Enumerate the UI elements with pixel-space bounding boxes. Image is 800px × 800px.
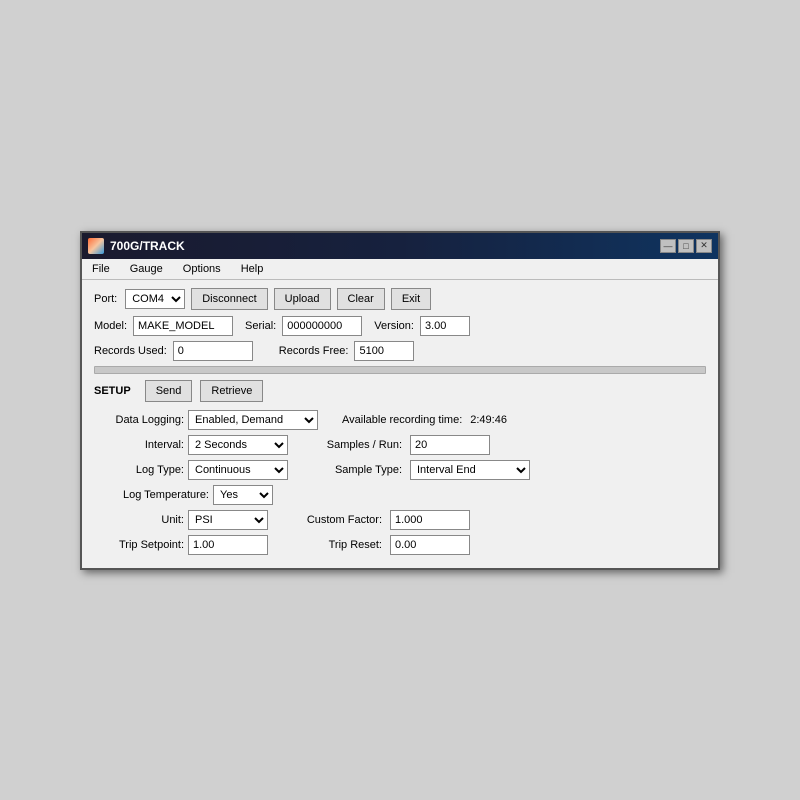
version-label: Version: <box>374 320 414 332</box>
log-type-row: Log Type: Continuous Single Sample Type:… <box>94 460 706 480</box>
upload-button[interactable]: Upload <box>274 288 331 310</box>
data-logging-select[interactable]: Enabled, Demand Enabled, Continuous Disa… <box>188 410 318 430</box>
samples-run-input[interactable] <box>410 435 490 455</box>
trip-reset-input[interactable] <box>390 535 470 555</box>
disconnect-button[interactable]: Disconnect <box>191 288 267 310</box>
log-temp-row: Log Temperature: Yes No <box>94 485 706 505</box>
data-logging-label: Data Logging: <box>94 414 184 426</box>
title-bar-left: 700G/TRACK <box>88 238 185 254</box>
menu-options[interactable]: Options <box>177 261 227 277</box>
data-logging-row: Data Logging: Enabled, Demand Enabled, C… <box>94 410 706 430</box>
title-bar: 700G/TRACK — □ ✕ <box>82 233 718 259</box>
menu-bar: File Gauge Options Help <box>82 259 718 280</box>
progress-bar <box>94 366 706 374</box>
setup-label: SETUP <box>94 385 131 397</box>
custom-factor-input[interactable] <box>390 510 470 530</box>
model-label: Model: <box>94 320 127 332</box>
minimize-button[interactable]: — <box>660 239 676 253</box>
serial-input[interactable] <box>282 316 362 336</box>
maximize-button[interactable]: □ <box>678 239 694 253</box>
records-row: Records Used: Records Free: <box>94 341 706 361</box>
trip-setpoint-input[interactable] <box>188 535 268 555</box>
log-temp-select[interactable]: Yes No <box>213 485 273 505</box>
unit-row: Unit: PSI Bar kPa Custom Factor: <box>94 510 706 530</box>
menu-file[interactable]: File <box>86 261 116 277</box>
log-type-label: Log Type: <box>94 464 184 476</box>
trip-setpoint-label: Trip Setpoint: <box>94 539 184 551</box>
log-type-select[interactable]: Continuous Single <box>188 460 288 480</box>
port-select[interactable]: COM4 <box>125 289 185 309</box>
exit-button[interactable]: Exit <box>391 288 431 310</box>
retrieve-button[interactable]: Retrieve <box>200 380 263 402</box>
close-button[interactable]: ✕ <box>696 239 712 253</box>
samples-run-label: Samples / Run: <box>312 439 402 451</box>
window-title: 700G/TRACK <box>110 239 185 253</box>
available-time-value: 2:49:46 <box>470 414 507 426</box>
app-icon <box>88 238 104 254</box>
menu-help[interactable]: Help <box>235 261 270 277</box>
setup-header-row: SETUP Send Retrieve <box>94 380 706 402</box>
sample-type-select[interactable]: Interval End Interval Start Average <box>410 460 530 480</box>
toolbar-row: Port: COM4 Disconnect Upload Clear Exit <box>94 288 706 310</box>
main-window: 700G/TRACK — □ ✕ File Gauge Options Help… <box>80 231 720 570</box>
version-input[interactable] <box>420 316 470 336</box>
trip-setpoint-row: Trip Setpoint: Trip Reset: <box>94 535 706 555</box>
interval-label: Interval: <box>94 439 184 451</box>
menu-gauge[interactable]: Gauge <box>124 261 169 277</box>
available-time-label: Available recording time: <box>342 414 462 426</box>
setup-form: Data Logging: Enabled, Demand Enabled, C… <box>94 410 706 555</box>
sample-type-label: Sample Type: <box>312 464 402 476</box>
interval-row: Interval: 1 Second 2 Seconds 5 Seconds 1… <box>94 435 706 455</box>
records-used-label: Records Used: <box>94 345 167 357</box>
clear-button[interactable]: Clear <box>337 288 385 310</box>
interval-select[interactable]: 1 Second 2 Seconds 5 Seconds 10 Seconds … <box>188 435 288 455</box>
records-free-label: Records Free: <box>279 345 349 357</box>
unit-label: Unit: <box>94 514 184 526</box>
send-button[interactable]: Send <box>145 380 193 402</box>
content-area: Port: COM4 Disconnect Upload Clear Exit … <box>82 280 718 568</box>
model-input[interactable] <box>133 316 233 336</box>
serial-label: Serial: <box>245 320 276 332</box>
unit-select[interactable]: PSI Bar kPa <box>188 510 268 530</box>
custom-factor-label: Custom Factor: <box>292 514 382 526</box>
records-used-input[interactable] <box>173 341 253 361</box>
trip-reset-label: Trip Reset: <box>292 539 382 551</box>
records-free-input[interactable] <box>354 341 414 361</box>
device-info-row: Model: Serial: Version: <box>94 316 706 336</box>
title-controls: — □ ✕ <box>660 239 712 253</box>
log-temp-label: Log Temperature: <box>94 489 209 501</box>
port-label: Port: <box>94 293 117 305</box>
